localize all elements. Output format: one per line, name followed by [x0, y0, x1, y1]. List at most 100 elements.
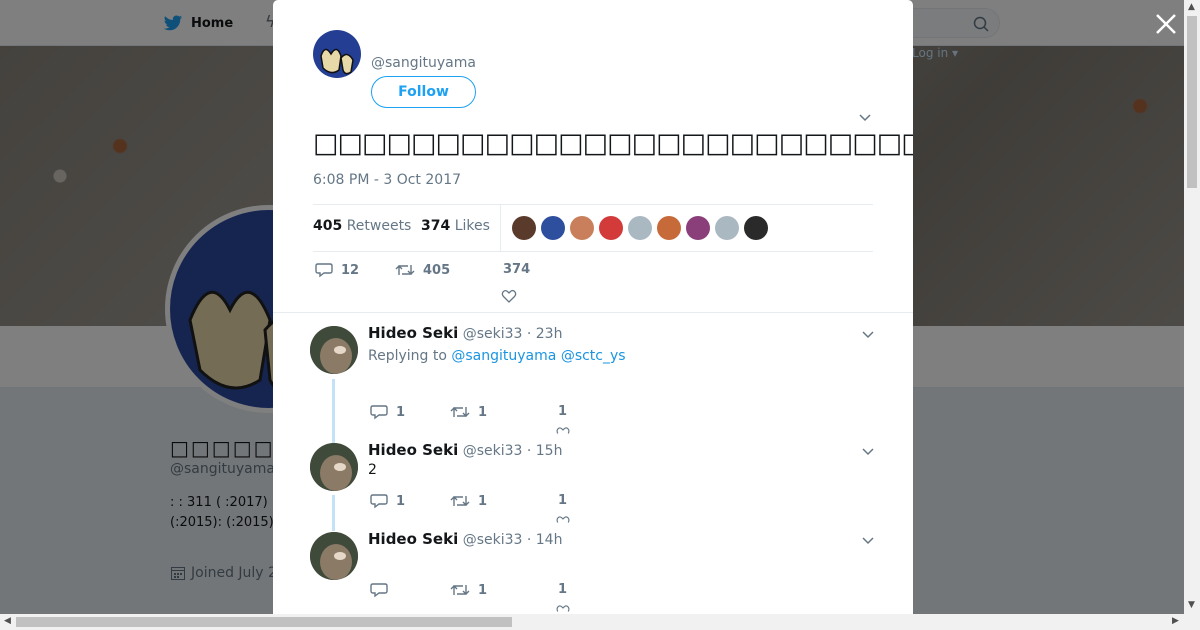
like-count: 1 [558, 582, 568, 597]
tweet-text: □□□□□□□□□□□□□□□□□□□□□□□□□□□□□□□□□□□□□□□□… [313, 128, 913, 159]
reply-actions: 1 1 1 [368, 404, 618, 434]
heart-icon[interactable] [556, 604, 570, 612]
reply-icon [370, 494, 388, 509]
reply-author-avatar[interactable] [310, 326, 358, 374]
reply-author-name[interactable]: Hideo Seki [368, 324, 458, 342]
reply-header: Hideo Seki @seki33 · 15h [368, 441, 562, 459]
retweet-action[interactable]: 1 [450, 404, 487, 420]
retweet-action[interactable]: 1 [450, 493, 487, 509]
reply-icon [370, 405, 388, 420]
retweet-icon [450, 585, 470, 595]
like-count: 1 [558, 493, 568, 508]
liker-avatar[interactable] [715, 216, 739, 240]
reply-author-name[interactable]: Hideo Seki [368, 530, 458, 548]
horizontal-scroll-thumb[interactable] [16, 617, 512, 627]
retweet-count: 1 [478, 404, 488, 420]
reply-author-avatar[interactable] [310, 532, 358, 580]
scroll-left-arrow[interactable]: ◀ [4, 616, 11, 626]
liker-avatar[interactable] [686, 216, 710, 240]
replying-to-link[interactable]: @sangituyama [451, 348, 556, 364]
retweet-icon [450, 496, 470, 506]
tweet-author-handle[interactable]: @sangituyama [371, 55, 476, 71]
reply-actions: 1 1 1 [368, 493, 618, 523]
reply-count: 1 [396, 493, 406, 509]
retweets-label: Retweets [346, 218, 412, 234]
reply-author-avatar[interactable] [310, 443, 358, 491]
reply-header: Hideo Seki @seki33 · 23h [368, 324, 562, 342]
reply-author-handle[interactable]: @seki33 [463, 326, 523, 342]
chevron-down-icon[interactable] [862, 328, 874, 340]
likes-count: 374 [421, 218, 451, 234]
reply-icon [370, 583, 388, 598]
heart-icon[interactable] [501, 288, 517, 304]
heart-icon[interactable] [556, 426, 570, 434]
reply-time[interactable]: · 15h [527, 443, 563, 459]
like-count: 374 [503, 262, 531, 277]
reply-time[interactable]: · 23h [527, 326, 563, 342]
liker-avatar[interactable] [744, 216, 768, 240]
scroll-down-arrow[interactable]: ▼ [1188, 600, 1195, 610]
liker-avatar[interactable] [599, 216, 623, 240]
tweet-author-avatar[interactable] [313, 30, 361, 78]
heart-icon[interactable] [556, 515, 570, 523]
scroll-up-arrow[interactable]: ▲ [1188, 2, 1195, 12]
liker-avatar[interactable] [541, 216, 565, 240]
reply-action[interactable] [370, 582, 396, 598]
follow-button[interactable]: Follow [371, 76, 476, 108]
reply-actions: 1 1 [368, 582, 618, 612]
reply-action[interactable]: 1 [370, 404, 405, 420]
replying-to-link[interactable]: @sctc_ys [561, 348, 626, 364]
liker-avatar[interactable] [657, 216, 681, 240]
reply-author-name[interactable]: Hideo Seki [368, 441, 458, 459]
thread-line [332, 495, 335, 531]
chevron-down-icon[interactable] [859, 111, 871, 123]
retweet-action[interactable]: 405 [395, 262, 450, 278]
reply-text: 2 [368, 462, 377, 478]
tweet-timestamp[interactable]: 6:08 PM - 3 Oct 2017 [313, 172, 461, 188]
reply-action[interactable]: 12 [315, 262, 359, 278]
tweet-actions: 12 405 374 [313, 262, 613, 304]
retweets-stat[interactable]: 405 Retweets [313, 218, 411, 234]
liker-avatar[interactable] [512, 216, 536, 240]
retweet-icon [395, 265, 415, 275]
retweet-count: 1 [478, 582, 488, 598]
vertical-scroll-thumb[interactable] [1187, 16, 1197, 188]
reply-count: 12 [341, 262, 360, 278]
like-action[interactable]: 1 [558, 404, 567, 419]
tweet-stats: 405 Retweets 374 Likes [313, 204, 873, 252]
login-link[interactable]: Log in ▾ [912, 46, 958, 60]
avatar-illustration [320, 48, 354, 75]
like-action[interactable]: 1 [558, 493, 567, 508]
avatar-illustration [310, 443, 358, 491]
reply-time[interactable]: · 14h [527, 532, 563, 548]
close-icon[interactable] [1154, 12, 1178, 36]
retweet-count: 1 [478, 493, 488, 509]
retweets-count: 405 [313, 218, 343, 234]
like-action[interactable]: 374 [503, 262, 530, 277]
reply-action[interactable]: 1 [370, 493, 405, 509]
reply-author-handle[interactable]: @seki33 [463, 532, 523, 548]
reply-header: Hideo Seki @seki33 · 14h [368, 530, 562, 548]
replies-list: Hideo Seki @seki33 · 23h Replying to @sa… [273, 312, 913, 612]
chevron-down-icon[interactable] [862, 445, 874, 457]
tweet-modal: @sangituyama Follow □□□□□□□□□□□□□□□□□□□□… [273, 0, 913, 614]
like-count: 1 [558, 404, 568, 419]
likes-label: Likes [454, 218, 490, 234]
thread-line [332, 379, 335, 443]
vertical-scrollbar[interactable]: ▲ ▼ [1184, 0, 1200, 614]
like-action[interactable]: 1 [558, 582, 567, 597]
reply-count: 1 [396, 404, 406, 420]
likes-stat[interactable]: 374 Likes [421, 218, 490, 234]
liker-avatar[interactable] [628, 216, 652, 240]
reply-icon [315, 263, 333, 278]
retweet-count: 405 [423, 262, 451, 278]
chevron-down-icon[interactable] [862, 534, 874, 546]
scroll-right-arrow[interactable]: ▶ [1172, 616, 1179, 626]
retweet-icon [450, 407, 470, 417]
retweet-action[interactable]: 1 [450, 582, 487, 598]
avatar-illustration [310, 532, 358, 580]
liker-avatar[interactable] [570, 216, 594, 240]
replying-to-prefix: Replying to [368, 348, 447, 364]
reply-author-handle[interactable]: @seki33 [463, 443, 523, 459]
horizontal-scrollbar[interactable]: ◀ ▶ [0, 614, 1200, 630]
